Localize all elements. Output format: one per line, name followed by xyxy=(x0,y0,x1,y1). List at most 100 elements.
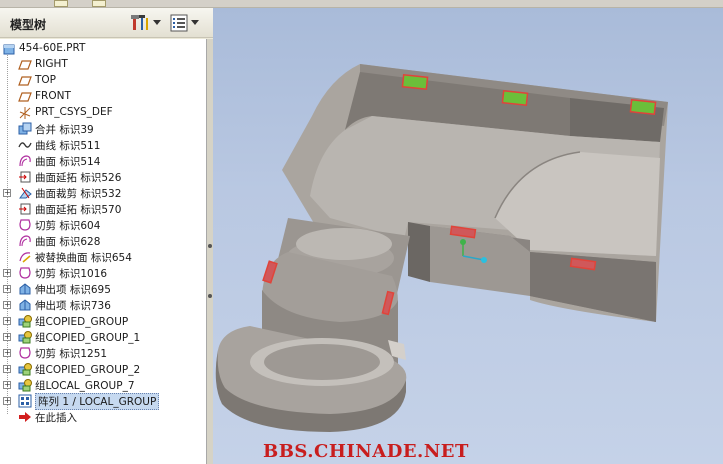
tree-item-label: 伸出项 标识736 xyxy=(35,300,111,312)
tree-item[interactable]: 曲面 标识514 xyxy=(0,153,206,169)
tree-item-label: 曲面延拓 标识570 xyxy=(35,204,122,216)
insert-arrow-icon xyxy=(18,410,32,424)
curve-icon xyxy=(18,138,32,152)
expand-toggle-icon[interactable]: + xyxy=(3,317,11,325)
surface-icon xyxy=(18,234,32,248)
tree-item[interactable]: + 组LOCAL_GROUP_7 xyxy=(0,377,206,393)
group-icon xyxy=(18,314,32,328)
model-tree-header: 模型树 xyxy=(0,8,213,38)
tree-item-label: 切剪 标识604 xyxy=(35,220,101,232)
protrusion-icon xyxy=(18,298,32,312)
tree-item-label: 组COPIED_GROUP_2 xyxy=(35,364,141,376)
datum-plane-icon xyxy=(18,58,32,72)
tree-item-label: 曲面延拓 标识526 xyxy=(35,172,122,184)
model-tree: 454-60E.PRT RIGHT TOP FRONT PRT_CSYS_DEF 合并 标… xyxy=(0,39,207,464)
watermark-text: BBS.CHINADE.NET xyxy=(263,441,469,462)
cut-icon xyxy=(18,346,32,360)
part-icon xyxy=(2,42,16,56)
tree-item[interactable]: RIGHT xyxy=(0,57,206,73)
model-render[interactable] xyxy=(213,8,723,464)
tree-item[interactable]: + 曲面裁剪 标识532 xyxy=(0,185,206,201)
model-tree-title: 模型树 xyxy=(10,18,47,32)
tools-icon[interactable] xyxy=(130,13,152,33)
expand-toggle-icon[interactable]: + xyxy=(3,189,11,197)
highlight-feature[interactable] xyxy=(629,98,657,116)
surface-trim-icon xyxy=(18,186,32,200)
expand-toggle-icon[interactable]: + xyxy=(3,333,11,341)
expand-toggle-icon[interactable]: + xyxy=(3,365,11,373)
expand-toggle-icon[interactable]: + xyxy=(3,349,11,357)
settings-dropdown-icon[interactable] xyxy=(191,20,199,25)
tree-item[interactable]: 曲面延拓 标识570 xyxy=(0,201,206,217)
highlight-feature[interactable] xyxy=(501,89,529,107)
tree-item-label: RIGHT xyxy=(35,58,68,70)
tree-item-label: 在此插入 xyxy=(35,412,77,424)
expand-toggle-icon[interactable]: + xyxy=(3,301,11,309)
replaced-surface-icon xyxy=(18,250,32,264)
tree-item-label: 曲线 标识511 xyxy=(35,140,101,152)
toolbar-button-fragment[interactable] xyxy=(54,0,68,7)
tree-item-label: 组COPIED_GROUP_1 xyxy=(35,332,141,344)
tree-item[interactable]: 切剪 标识604 xyxy=(0,217,206,233)
tree-item[interactable]: 曲面延拓 标识526 xyxy=(0,169,206,185)
merge-icon xyxy=(18,122,32,136)
tree-item-label: 曲面 标识514 xyxy=(35,156,101,168)
tree-item[interactable]: 合并 标识39 xyxy=(0,121,206,137)
tree-item[interactable]: 被替换曲面 标识654 xyxy=(0,249,206,265)
tree-item[interactable]: 曲面 标识628 xyxy=(0,233,206,249)
group-icon xyxy=(18,378,32,392)
tree-item-label: PRT_CSYS_DEF xyxy=(35,106,113,118)
splitter-grip[interactable] xyxy=(208,294,212,298)
csys-icon xyxy=(18,106,32,120)
tree-item-label: 切剪 标识1251 xyxy=(35,348,108,360)
tree-item-label: 切剪 标识1016 xyxy=(35,268,108,280)
expand-toggle-icon[interactable]: + xyxy=(3,381,11,389)
tree-item[interactable]: FRONT xyxy=(0,89,206,105)
expand-toggle-icon[interactable]: + xyxy=(3,285,11,293)
tree-item-label: 合并 标识39 xyxy=(35,124,94,136)
tree-item-label: 被替换曲面 标识654 xyxy=(35,252,132,264)
tree-item-label: 曲面 标识628 xyxy=(35,236,101,248)
cut-icon xyxy=(18,218,32,232)
tree-item[interactable]: + 组COPIED_GROUP_1 xyxy=(0,329,206,345)
surface-extend-icon xyxy=(18,202,32,216)
tree-item[interactable]: PRT_CSYS_DEF xyxy=(0,105,206,121)
datum-plane-icon xyxy=(18,90,32,104)
pattern-icon xyxy=(18,394,32,408)
tools-dropdown-icon[interactable] xyxy=(153,20,161,25)
tree-item-label: 阵列 1 / LOCAL_GROUP xyxy=(35,393,160,410)
cut-icon xyxy=(18,266,32,280)
splitter-grip[interactable] xyxy=(208,244,212,248)
tree-item-label: 曲面裁剪 标识532 xyxy=(35,188,122,200)
expand-toggle-icon[interactable]: + xyxy=(3,269,11,277)
tree-item[interactable]: + 组COPIED_GROUP xyxy=(0,313,206,329)
tree-item[interactable]: 在此插入 xyxy=(0,409,206,425)
tree-item-label: 454-60E.PRT xyxy=(19,42,86,54)
tree-item-label: 组LOCAL_GROUP_7 xyxy=(35,380,135,392)
tree-item[interactable]: + 切剪 标识1016 xyxy=(0,265,206,281)
tree-item-label: 组COPIED_GROUP xyxy=(35,316,129,328)
tree-item-label: FRONT xyxy=(35,90,71,102)
group-icon xyxy=(18,362,32,376)
tree-item[interactable]: + 切剪 标识1251 xyxy=(0,345,206,361)
top-toolbar-strip xyxy=(0,0,723,8)
model-tree-panel: 模型树 454-60E.PRT RIGHT TOP FRONT PRT_CSYS_DEF… xyxy=(0,8,213,464)
3d-viewport[interactable]: BBS.CHINADE.NET xyxy=(213,8,723,464)
tree-item[interactable]: + 伸出项 标识736 xyxy=(0,297,206,313)
toolbar-button-fragment[interactable] xyxy=(92,0,106,7)
group-icon xyxy=(18,330,32,344)
tree-item-label: TOP xyxy=(35,74,57,86)
tree-item[interactable]: + 阵列 1 / LOCAL_GROUP xyxy=(0,393,206,410)
tree-item[interactable]: 曲线 标识511 xyxy=(0,137,206,153)
surface-extend-icon xyxy=(18,170,32,184)
expand-toggle-icon[interactable]: + xyxy=(3,397,11,405)
tree-item-label: 伸出项 标识695 xyxy=(35,284,111,296)
protrusion-icon xyxy=(18,282,32,296)
settings-list-icon[interactable] xyxy=(168,13,190,33)
tree-item[interactable]: 454-60E.PRT xyxy=(0,41,206,57)
tree-item[interactable]: + 组COPIED_GROUP_2 xyxy=(0,361,206,377)
tree-item[interactable]: + 伸出项 标识695 xyxy=(0,281,206,297)
tree-item[interactable]: TOP xyxy=(0,73,206,89)
datum-plane-icon xyxy=(18,74,32,88)
highlight-feature[interactable] xyxy=(401,73,429,91)
